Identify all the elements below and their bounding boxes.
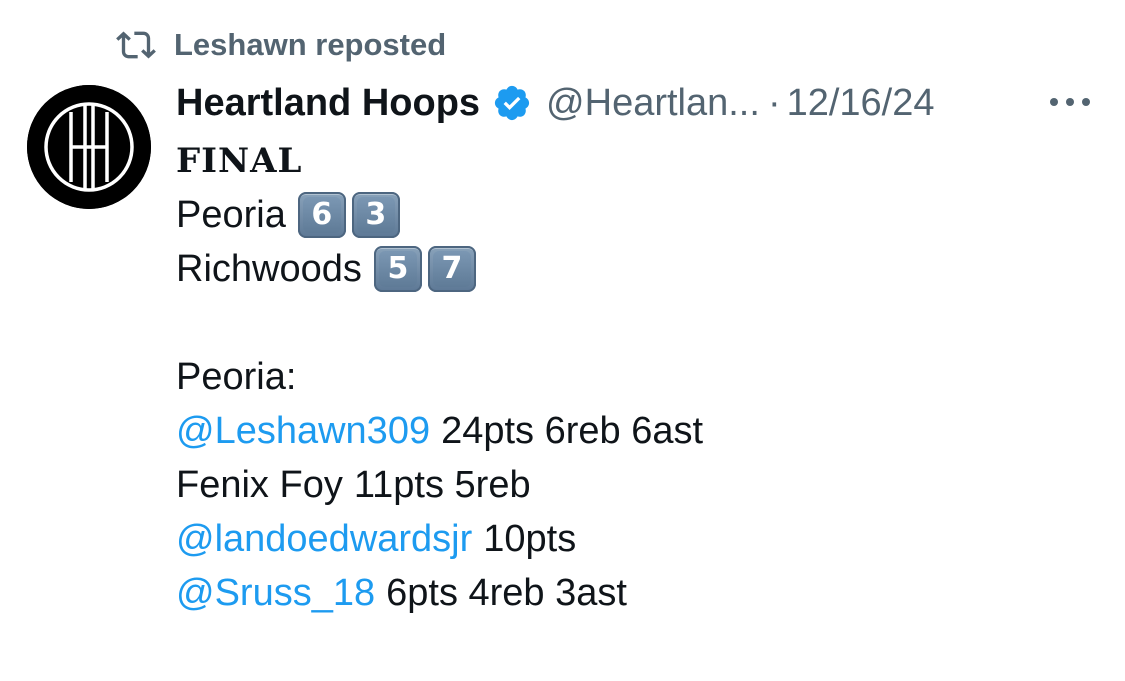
player-stat-line: @landoedwardsjr 10pts <box>176 512 1096 566</box>
player-mention-link[interactable]: @Leshawn309 <box>176 404 430 458</box>
repost-icon <box>116 31 156 59</box>
avatar[interactable] <box>27 85 151 209</box>
player-stats: 10pts <box>483 518 577 560</box>
player-stats: 11pts 5reb <box>353 464 531 506</box>
player-stat-line: Fenix Foy 11pts 5reb <box>176 458 1096 512</box>
player-stat-line: @Leshawn309 24pts 6reb 6ast <box>176 404 1096 458</box>
repost-label: Leshawn reposted <box>174 27 447 62</box>
author-handle[interactable]: @Heartlan... <box>546 82 760 125</box>
author-name[interactable]: Heartland Hoops <box>176 82 480 125</box>
score-keycaps: 5 7 <box>373 246 476 292</box>
score-line-richwoods: Richwoods 5 7 <box>176 242 1096 296</box>
separator-dot: · <box>767 81 781 124</box>
verified-badge-icon <box>494 85 530 121</box>
score-line-peoria: Peoria 6 3 <box>176 188 1096 242</box>
post-headline: FINAL <box>176 141 303 181</box>
player-stats: 6pts 4reb 3ast <box>386 572 627 614</box>
team-name: Richwoods <box>176 248 362 290</box>
keycap-digit-icon: 3 <box>351 192 400 238</box>
player-name: Fenix Foy <box>176 464 343 506</box>
keycap-digit-icon: 7 <box>427 246 476 292</box>
team-name: Peoria <box>176 194 286 236</box>
post-header: Heartland Hoops @Heartlan... · 12/16/24 <box>176 78 1106 128</box>
post-date[interactable]: 12/16/24 <box>787 82 935 125</box>
keycap-digit-icon: 5 <box>373 246 422 292</box>
section-label: Peoria: <box>176 356 297 398</box>
more-horizontal-icon[interactable] <box>1046 92 1094 112</box>
post-body: FINAL Peoria 6 3 Richwoods 5 7 Peoria: @… <box>176 134 1096 620</box>
score-keycaps: 6 3 <box>297 192 400 238</box>
player-stats: 24pts 6reb 6ast <box>441 410 704 452</box>
player-mention-link[interactable]: @landoedwardsjr <box>176 512 472 566</box>
hh-monogram-logo-icon <box>27 85 151 209</box>
repost-indicator[interactable]: Leshawn reposted <box>116 24 446 66</box>
player-stat-line: @Sruss_18 6pts 4reb 3ast <box>176 566 1096 620</box>
keycap-digit-icon: 6 <box>297 192 346 238</box>
player-mention-link[interactable]: @Sruss_18 <box>176 566 375 620</box>
